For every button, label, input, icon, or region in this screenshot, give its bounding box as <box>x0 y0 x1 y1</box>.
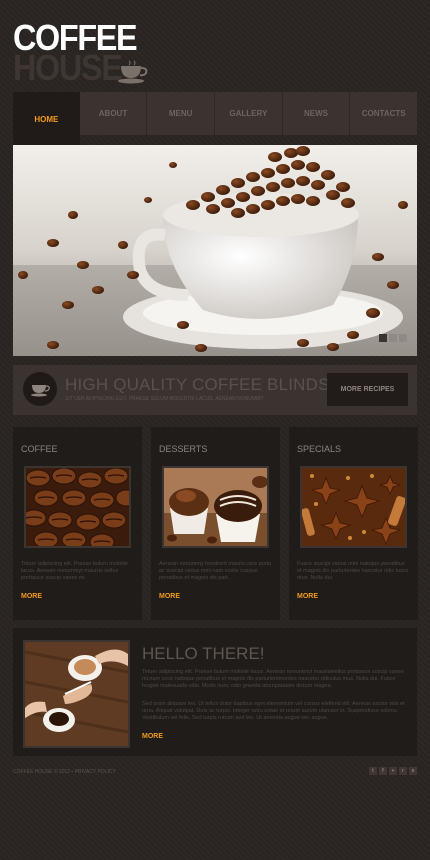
coffee-cup-beans-image <box>13 145 417 356</box>
more-recipes-button[interactable]: MORE RECIPES <box>327 373 408 406</box>
hello-title: HELLO THERE! <box>142 644 265 663</box>
column-title: DESSERTS <box>159 444 208 454</box>
desserts-image <box>162 466 269 548</box>
main-nav: HOME ABOUT MENU GALLERY NEWS CONTACTS <box>13 92 417 146</box>
column-title: COFFEE <box>21 444 58 454</box>
social-links: t f + r o <box>369 767 417 775</box>
footer-copyright: COFFEE HOUSE © 2012 • PRIVACY POLICY <box>13 769 116 775</box>
nav-home[interactable]: HOME <box>13 92 80 146</box>
nav-about[interactable]: ABOUT <box>80 92 148 135</box>
hero-slider[interactable] <box>13 145 417 356</box>
logo[interactable]: COFFEE HOUSE <box>13 20 153 88</box>
nav-gallery[interactable]: GALLERY <box>215 92 283 135</box>
circle-icon[interactable]: o <box>409 767 417 775</box>
slider-dot-2[interactable] <box>389 334 397 342</box>
logo-line2: HOUSE <box>13 47 123 88</box>
cup-icon <box>23 372 57 406</box>
banner-title: HIGH QUALITY COFFEE BLINDS <box>65 375 330 394</box>
coffee-column: COFFEE Totuer adipiscing elit. Praese bu… <box>13 427 142 620</box>
coffee-beans-image <box>24 466 131 548</box>
more-link[interactable]: MORE <box>21 593 42 600</box>
hello-paragraph-1: Tetuer adipiscing elit. Praese bulum mol… <box>142 669 404 689</box>
slider-dot-3[interactable] <box>399 334 407 342</box>
rss-icon[interactable]: r <box>399 767 407 775</box>
hello-section: HELLO THERE! Tetuer adipiscing elit. Pra… <box>13 628 417 756</box>
column-text: Totuer adipiscing elit. Praese bulum mol… <box>21 561 128 581</box>
banner-subtitle: SIT UER ADIPISCING ELIT. PRAESE SULUM MO… <box>65 396 264 402</box>
promo-banner: HIGH QUALITY COFFEE BLINDS SIT UER ADIPI… <box>13 365 417 415</box>
specials-column: SPECIALS Fusce suscipi varius mini natoq… <box>289 427 418 620</box>
column-text: Aenean nonummy hendrerit mauris.cere por… <box>159 561 272 581</box>
more-link[interactable]: MORE <box>159 593 180 600</box>
nav-news[interactable]: NEWS <box>283 92 351 135</box>
facebook-icon[interactable]: f <box>379 767 387 775</box>
column-title: SPECIALS <box>297 444 342 454</box>
slider-dot-1[interactable] <box>379 334 387 342</box>
more-link[interactable]: MORE <box>142 733 163 740</box>
desserts-column: DESSERTS Aenean nonummy hendrerit mauris… <box>151 427 280 620</box>
twitter-icon[interactable]: t <box>369 767 377 775</box>
nav-menu[interactable]: MENU <box>147 92 216 135</box>
coffee-hands-image <box>23 640 130 748</box>
spices-image <box>300 466 407 548</box>
column-text: Fusce suscipi varius mini natoque penati… <box>297 561 409 581</box>
nav-contacts[interactable]: CONTACTS <box>350 92 417 135</box>
coffee-cup-icon <box>118 60 148 84</box>
hello-paragraph-2: Sed orsm aliquam leo. Ut tellus dolor da… <box>142 701 405 721</box>
more-link[interactable]: MORE <box>297 593 318 600</box>
plus-icon[interactable]: + <box>389 767 397 775</box>
slider-dots <box>379 334 407 342</box>
